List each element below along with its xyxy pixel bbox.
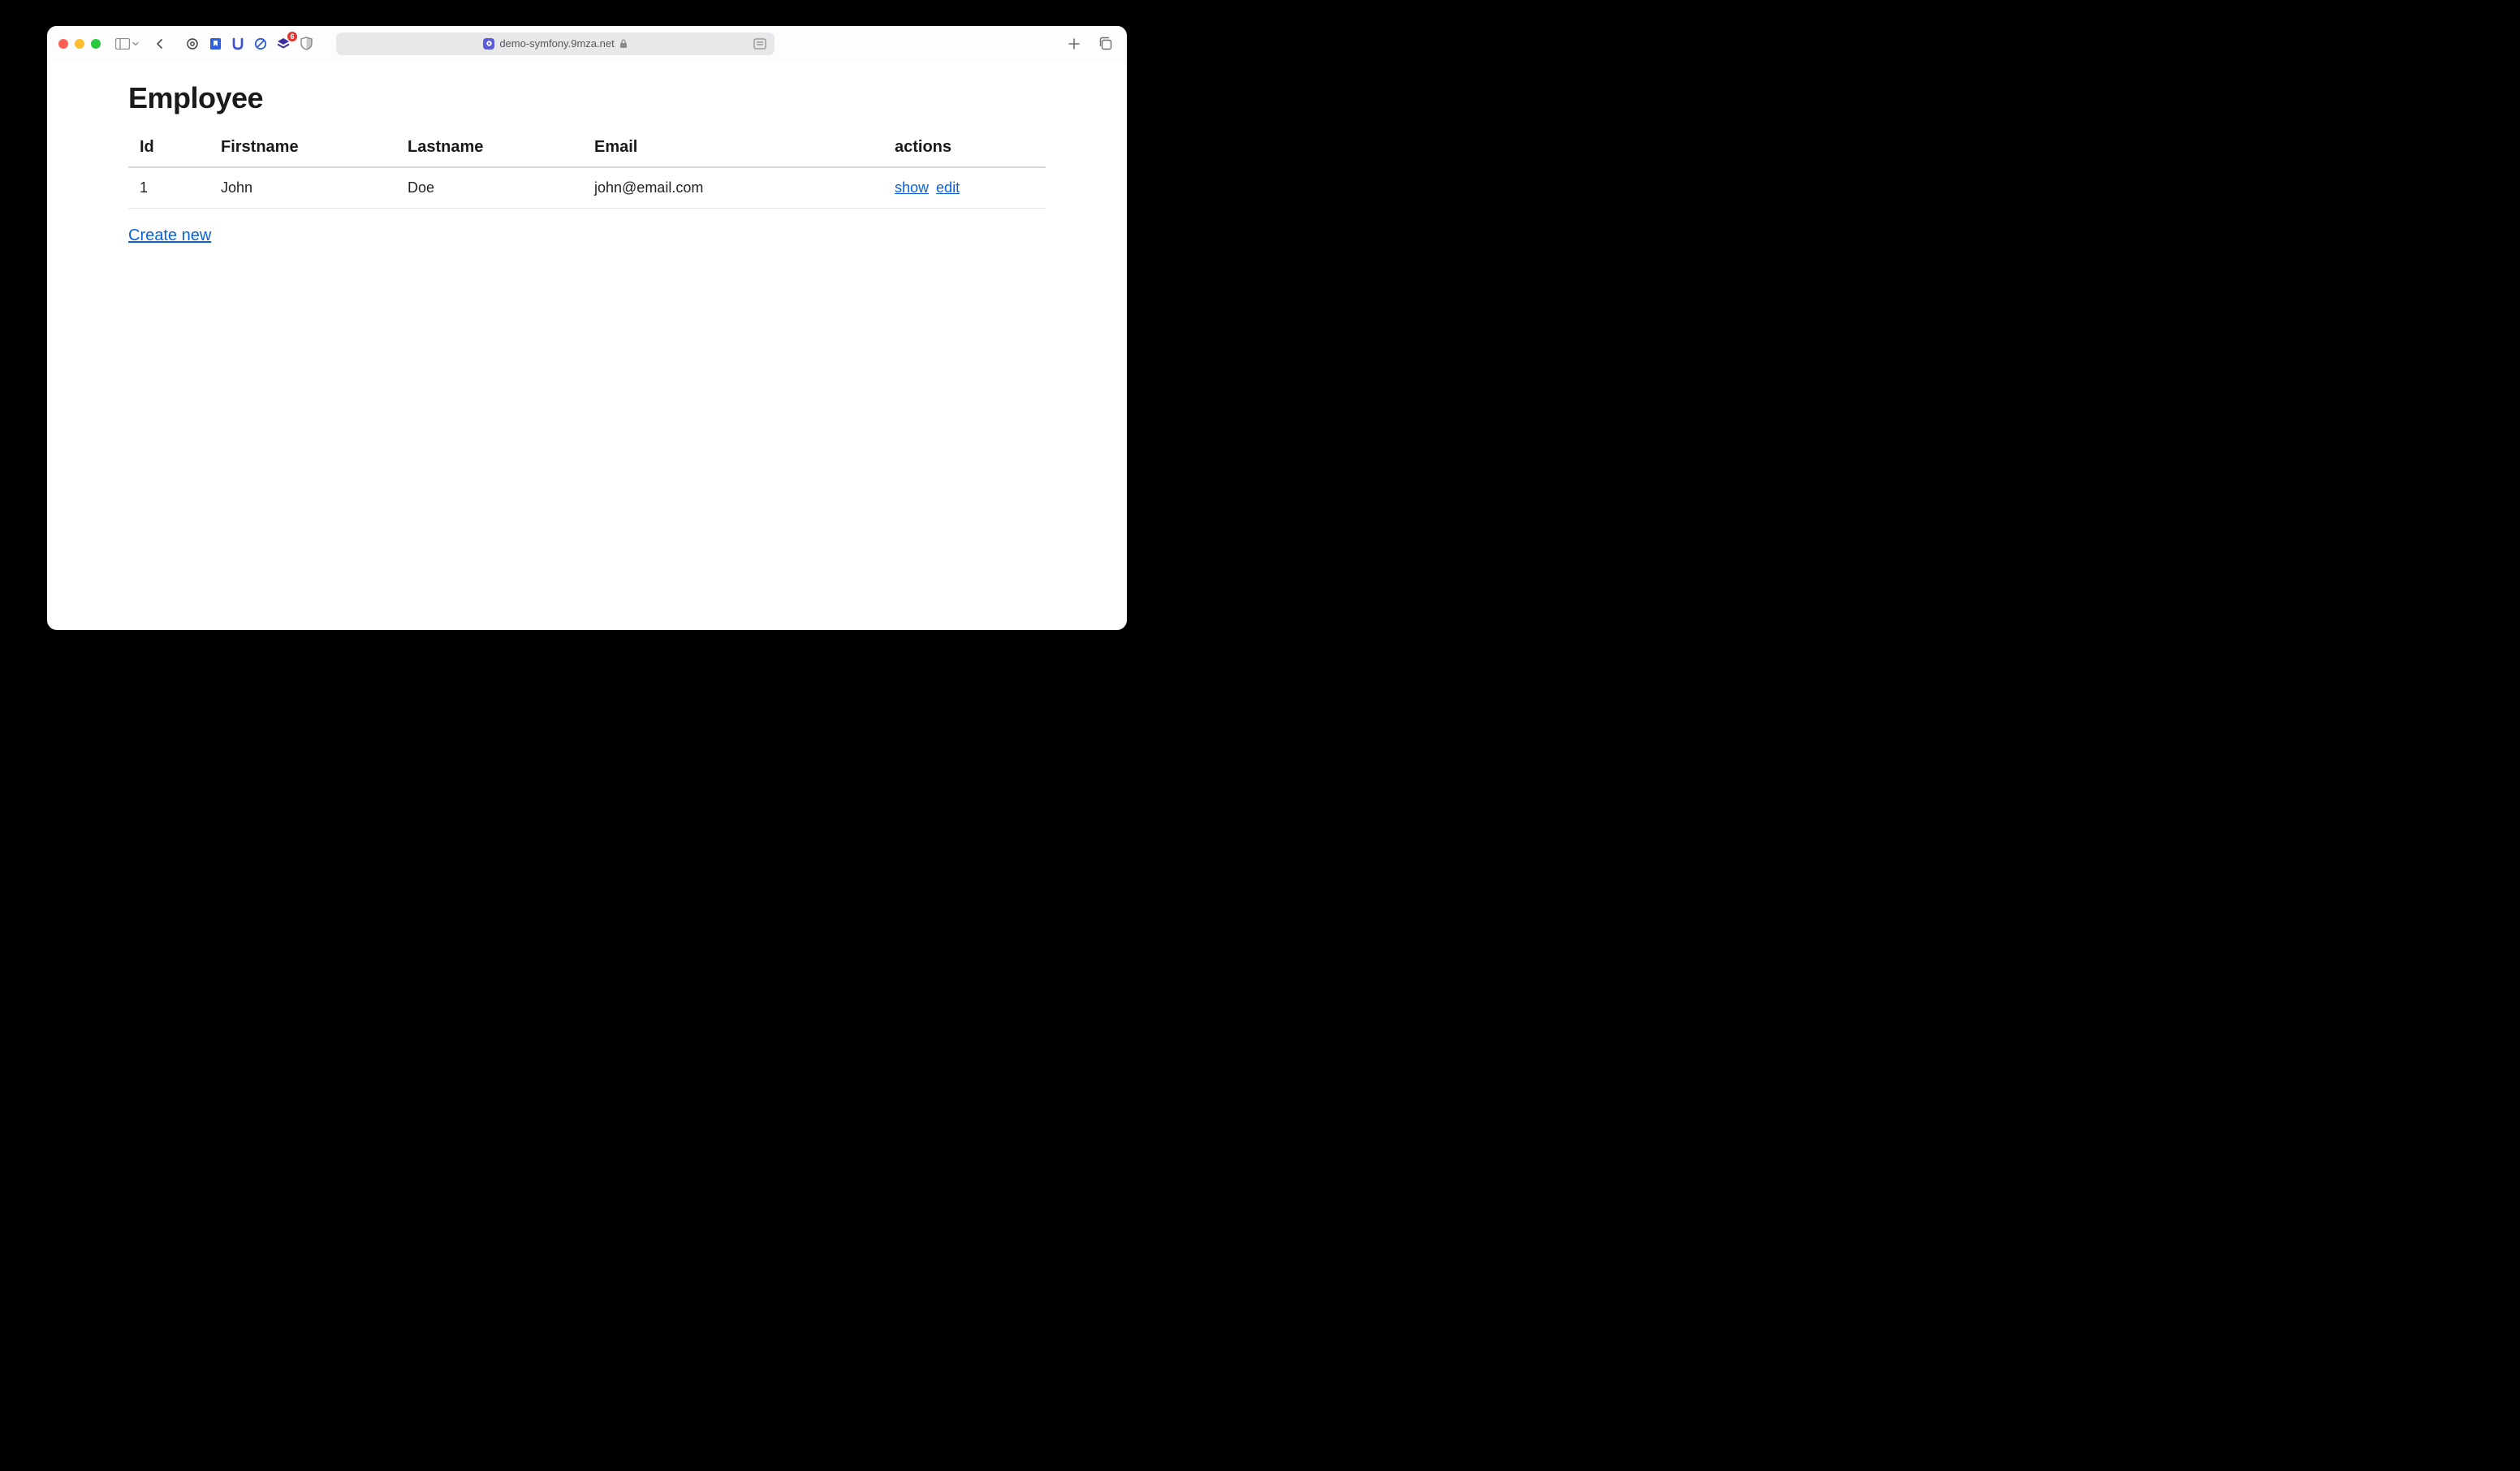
extension-badge: 6 [287, 32, 297, 41]
header-lastname: Lastname [396, 130, 583, 167]
new-tab-button[interactable] [1064, 33, 1085, 54]
address-bar-url: demo-symfony.9mza.net [499, 37, 614, 50]
browser-window: 6 demo-symfony.9mza.net [47, 26, 1127, 630]
cell-lastname: Doe [396, 167, 583, 209]
extensions-row: 6 [185, 37, 313, 51]
cell-firstname: John [209, 167, 396, 209]
extension-shield-icon[interactable] [299, 37, 313, 51]
plus-icon [1067, 37, 1081, 51]
cell-id: 1 [128, 167, 209, 209]
edit-link[interactable]: edit [936, 179, 960, 196]
table-header-row: Id Firstname Lastname Email actions [128, 130, 1046, 167]
toolbar-right [1064, 33, 1115, 54]
cell-actions: show edit [883, 167, 1046, 209]
header-actions: actions [883, 130, 1046, 167]
header-email: Email [583, 130, 883, 167]
sidebar-icon [115, 37, 130, 51]
address-bar[interactable]: demo-symfony.9mza.net [336, 32, 775, 55]
lock-icon [619, 39, 628, 49]
header-firstname: Firstname [209, 130, 396, 167]
extension-bookmark-icon[interactable] [208, 37, 222, 51]
header-id: Id [128, 130, 209, 167]
chevron-left-icon [153, 37, 167, 51]
extension-layers-icon[interactable]: 6 [276, 37, 291, 51]
reader-mode-icon[interactable] [753, 38, 766, 50]
sidebar-toggle-button[interactable] [117, 33, 138, 54]
page-content: Employee Id Firstname Lastname Email act… [47, 62, 1127, 278]
browser-toolbar: 6 demo-symfony.9mza.net [47, 26, 1127, 62]
back-button[interactable] [149, 33, 170, 54]
window-controls [58, 39, 101, 49]
extension-target-icon[interactable] [185, 37, 200, 51]
show-link[interactable]: show [895, 179, 929, 196]
table-row: 1 John Doe john@email.com show edit [128, 167, 1046, 209]
window-close-button[interactable] [58, 39, 68, 49]
employee-table: Id Firstname Lastname Email actions 1 Jo… [128, 130, 1046, 209]
chevron-down-icon [132, 37, 140, 51]
cell-email: john@email.com [583, 167, 883, 209]
nav-buttons [149, 33, 170, 54]
create-new-link[interactable]: Create new [128, 226, 211, 245]
extension-block-icon[interactable] [253, 37, 268, 51]
tabs-icon [1098, 37, 1112, 51]
window-minimize-button[interactable] [75, 39, 84, 49]
extension-honey-icon[interactable] [231, 37, 245, 51]
tabs-overview-button[interactable] [1094, 33, 1115, 54]
window-maximize-button[interactable] [91, 39, 101, 49]
site-favicon-icon [483, 38, 494, 50]
page-title: Employee [128, 81, 1046, 115]
